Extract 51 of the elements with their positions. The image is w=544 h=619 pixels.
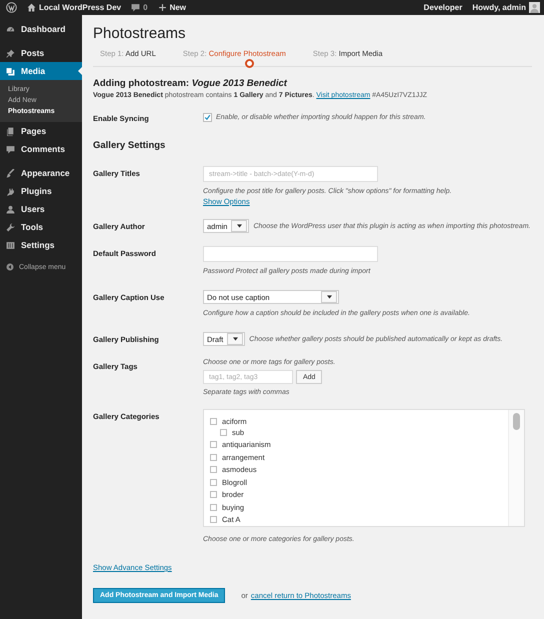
- dropdown-caret-icon: [232, 337, 238, 341]
- scrollbar-thumb[interactable]: [513, 413, 520, 430]
- checkbox[interactable]: [210, 418, 217, 425]
- menu-item[interactable]: Pages: [0, 122, 82, 140]
- menu-item[interactable]: Plugins: [0, 182, 82, 200]
- environment-link[interactable]: Developer: [424, 3, 462, 12]
- comments-link[interactable]: 0: [131, 3, 148, 12]
- new-link[interactable]: New: [158, 3, 186, 12]
- avatar-icon: [529, 2, 540, 13]
- menu-item[interactable]: Comments: [0, 140, 82, 158]
- comment-icon: [6, 144, 15, 154]
- menu-item[interactable]: Tools: [0, 218, 82, 236]
- menu-item[interactable]: Appearance: [0, 164, 82, 182]
- wordpress-logo-icon[interactable]: [6, 2, 17, 13]
- checkbox[interactable]: [220, 429, 227, 436]
- plus-icon: [158, 3, 167, 12]
- pin-icon: [6, 48, 15, 58]
- wrench-icon: [6, 222, 15, 232]
- user-icon: [6, 204, 15, 214]
- dropdown-caret-icon: [236, 224, 242, 228]
- checkbox[interactable]: [210, 504, 217, 511]
- new-label: New: [170, 3, 186, 12]
- home-icon: [27, 3, 36, 12]
- checkbox[interactable]: [210, 454, 217, 461]
- comment-count: 0: [143, 3, 148, 12]
- dashboard-icon: [6, 24, 15, 34]
- menu-item[interactable]: Posts: [0, 44, 82, 62]
- checkbox[interactable]: [210, 491, 217, 498]
- page-title: Photostreams: [93, 25, 187, 42]
- menu-item[interactable]: Users: [0, 200, 82, 218]
- brush-icon: [6, 168, 15, 178]
- sliders-icon: [6, 240, 15, 250]
- text-field[interactable]: [203, 246, 378, 262]
- menu-item[interactable]: Settings: [0, 236, 82, 254]
- menu-item[interactable]: Dashboard: [0, 20, 82, 38]
- account-menu[interactable]: Howdy, admin: [472, 2, 540, 13]
- checkbox[interactable]: [210, 466, 217, 474]
- photostream-heading: Adding photostream: Vogue 2013 Benedict: [93, 78, 288, 89]
- media-icon: [6, 66, 15, 76]
- checkbox[interactable]: [210, 441, 217, 448]
- section-heading: Gallery Settings: [93, 140, 166, 151]
- plug-icon: [6, 186, 15, 196]
- checkbox[interactable]: [203, 113, 212, 122]
- greeting: Howdy, admin: [472, 3, 526, 12]
- pages-icon: [6, 126, 15, 136]
- checkbox[interactable]: [210, 516, 217, 524]
- checkbox[interactable]: [210, 478, 217, 486]
- menu-item[interactable]: Media: [0, 62, 82, 80]
- comment-icon: [131, 3, 140, 12]
- collapse-icon: [6, 263, 14, 271]
- dropdown-caret-icon: [326, 295, 332, 299]
